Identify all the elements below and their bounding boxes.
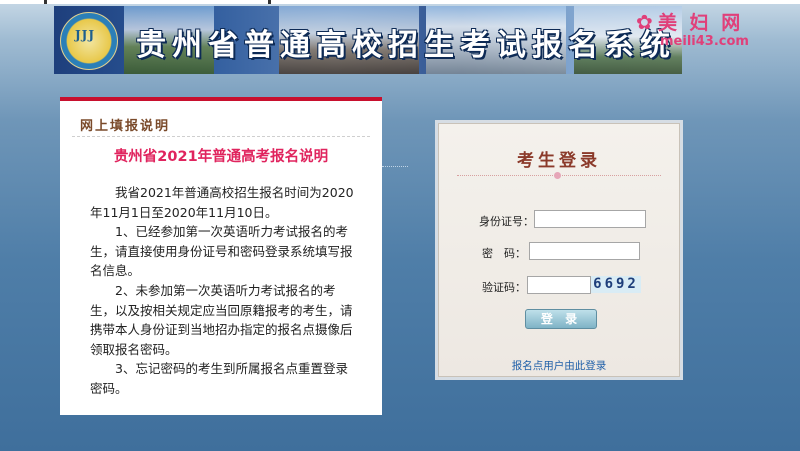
password-input[interactable] <box>529 242 640 260</box>
top-strip <box>0 0 800 4</box>
captcha-row: 验证码： 6692 <box>439 276 679 296</box>
captcha-label: 验证码： <box>482 281 526 294</box>
header-banner: JJJ 贵州省普通高校招生考试报名系统 <box>54 6 682 74</box>
login-title: 考生登录 <box>517 151 601 171</box>
notice-paragraph: 我省2021年普通高校招生报名时间为2020年11月1日至2020年11月10日… <box>90 185 354 220</box>
notice-body: 我省2021年普通高校招生报名时间为2020年11月1日至2020年11月10日… <box>90 183 360 399</box>
divider <box>72 136 370 137</box>
id-number-row: 身份证号： <box>439 210 679 230</box>
id-number-input[interactable] <box>534 210 646 228</box>
logo-text: JJJ <box>75 28 96 42</box>
notice-paragraph: 1、已经参加第一次英语听力考试报名的考生，请直接使用身份证号和密码登录系统填写报… <box>90 224 353 279</box>
id-number-label: 身份证号： <box>479 215 534 228</box>
panel-header: 网上填报说明 <box>80 119 171 134</box>
top-strip-mark <box>44 0 47 4</box>
site-user-login-link[interactable]: 报名点用户由此登录 <box>439 358 679 373</box>
watermark-url: meili43.com <box>660 34 749 49</box>
system-title: 贵州省普通高校招生考试报名系统 <box>136 28 676 63</box>
login-button[interactable]: 登 录 <box>525 309 597 329</box>
watermark-name: 美 妇 网 <box>658 12 744 34</box>
divider-ornament <box>554 172 561 179</box>
login-panel: 考生登录 身份证号： 密 码： 验证码： 6692 登 录 报名点用户由此登录 <box>438 123 680 377</box>
notice-paragraph: 3、忘记密码的考生到所属报名点重置登录密码。 <box>90 361 348 396</box>
password-row: 密 码： <box>439 242 679 262</box>
notice-paragraph: 2、未参加第一次英语听力考试报名的考生，以及按相关规定应当回原籍报考的考生，请携… <box>90 282 353 357</box>
password-label: 密 码： <box>482 247 526 260</box>
instructions-panel: 网上填报说明 贵州省2021年普通高考报名说明 我省2021年普通高校招生报名时… <box>60 97 382 415</box>
flower-icon: ✿ <box>636 10 653 34</box>
site-watermark: ✿ 美 妇 网 meili43.com <box>636 8 796 54</box>
top-strip-mark <box>268 0 271 4</box>
divider <box>382 166 408 167</box>
captcha-input[interactable] <box>527 276 591 294</box>
captcha-image[interactable]: 6692 <box>591 276 641 293</box>
notice-title: 贵州省2021年普通高考报名说明 <box>113 149 329 165</box>
